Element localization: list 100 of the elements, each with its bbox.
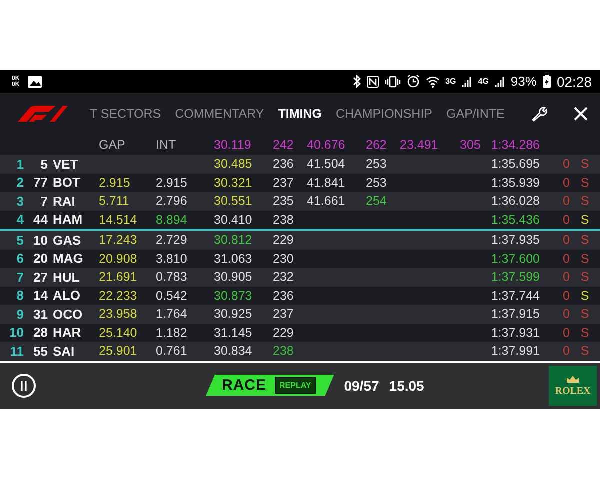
table-cell-text: 230 bbox=[273, 252, 295, 266]
lap-counter: 09/57 bbox=[344, 378, 380, 394]
nav-tab[interactable]: CHAMPIONSHIP bbox=[336, 107, 433, 121]
position: 3 bbox=[16, 194, 24, 209]
table-cell: 1:37.935 bbox=[490, 233, 540, 248]
pause-button[interactable] bbox=[12, 374, 36, 398]
nav-tab[interactable]: COMMENTARY bbox=[175, 107, 264, 121]
table-cell: 1:35.695 bbox=[490, 157, 540, 172]
table-cell-text: 0 bbox=[562, 270, 570, 284]
table-cell-text: 17.243 bbox=[99, 233, 138, 248]
driver-code: HUL bbox=[52, 270, 81, 285]
table-cell-text: S bbox=[580, 344, 590, 358]
table-cell: 1:37.915 bbox=[490, 307, 540, 322]
table-cell-text: 3.810 bbox=[156, 252, 188, 266]
position: 9 bbox=[16, 306, 24, 322]
alarm-icon bbox=[406, 75, 420, 88]
position: 5 bbox=[16, 232, 24, 248]
table-cell-text: 0.761 bbox=[156, 344, 188, 358]
clock: 02:28 bbox=[556, 74, 592, 90]
wrench-icon[interactable] bbox=[530, 105, 548, 123]
driver-code: ALO bbox=[52, 288, 82, 304]
car-number: 27 bbox=[32, 270, 48, 285]
column-header: 262 bbox=[366, 138, 388, 152]
table-cell-text: 41.841 bbox=[307, 176, 346, 190]
table-cell-text: 238 bbox=[273, 344, 295, 358]
driver-code: GAS bbox=[52, 232, 82, 248]
table-cell-text: 20.908 bbox=[99, 252, 138, 266]
table-cell: 1:37.744 bbox=[490, 288, 540, 303]
table-cell-text: 0 bbox=[562, 307, 570, 322]
table-cell: 1:35.939 bbox=[490, 176, 540, 190]
signal-icon bbox=[494, 76, 505, 88]
driver-code: VET bbox=[52, 156, 80, 172]
table-cell-text: 22.233 bbox=[99, 288, 138, 303]
table-cell: 1:37.931 bbox=[490, 326, 540, 340]
column-header: 1:34.286 bbox=[490, 138, 540, 152]
position: 11 bbox=[9, 344, 24, 359]
pause-icon bbox=[20, 380, 28, 390]
table-cell-text: 2.915 bbox=[156, 176, 188, 190]
table-cell-text: 8.894 bbox=[156, 212, 188, 227]
driver-code: MAG bbox=[52, 251, 84, 266]
table-cell-text: 236 bbox=[273, 288, 295, 303]
table-cell-text: 30.834 bbox=[214, 344, 254, 358]
sponsor-name: ROLEX bbox=[555, 386, 591, 396]
network-type: 4G bbox=[478, 77, 489, 86]
position: 4 bbox=[16, 212, 24, 228]
table-cell-text: 5.711 bbox=[99, 194, 130, 208]
table-cell-text: S bbox=[580, 288, 590, 303]
table-cell: 1:35.436 bbox=[490, 212, 540, 227]
table-cell-text: 1.764 bbox=[156, 307, 188, 322]
table-cell-text: 0 bbox=[562, 212, 570, 227]
table-cell-text: 253 bbox=[366, 157, 388, 172]
car-number: 7 bbox=[40, 194, 48, 209]
table-cell-text: 229 bbox=[273, 233, 295, 248]
session-name: RACE bbox=[222, 377, 267, 394]
column-header: 23.491 bbox=[400, 138, 440, 152]
wifi-icon bbox=[426, 76, 440, 88]
position: 6 bbox=[16, 251, 24, 266]
table-cell-text: 30.551 bbox=[214, 194, 254, 208]
battery-icon bbox=[542, 75, 551, 88]
table-cell-text: 30.812 bbox=[214, 233, 254, 248]
driver-code: RAI bbox=[52, 194, 76, 209]
table-cell-text: 31.145 bbox=[214, 326, 254, 340]
table-cell-text: S bbox=[580, 270, 590, 284]
column-header: 242 bbox=[273, 138, 295, 152]
table-cell-text: 0 bbox=[562, 326, 570, 340]
vibrate-icon bbox=[384, 76, 401, 88]
table-cell-text: 30.485 bbox=[214, 157, 254, 172]
table-cell-text: 23.958 bbox=[99, 307, 138, 322]
nav-tab[interactable]: TIMING bbox=[278, 107, 322, 121]
table-cell-text: 232 bbox=[273, 270, 295, 284]
table-cell-text: 0 bbox=[562, 157, 570, 172]
table-cell-text: 30.321 bbox=[214, 176, 254, 190]
car-number: 20 bbox=[32, 251, 48, 266]
table-cell: 1:37.600 bbox=[490, 252, 540, 266]
table-cell-text: 0.542 bbox=[156, 288, 188, 303]
table-cell-text: 235 bbox=[273, 194, 295, 208]
table-cell-text: S bbox=[580, 326, 590, 340]
table-cell-text: S bbox=[580, 194, 590, 208]
position: 1 bbox=[16, 156, 24, 172]
table-cell-text: 0 bbox=[562, 288, 570, 303]
network-type: 3G bbox=[446, 77, 456, 86]
driver-code: SAI bbox=[52, 344, 76, 359]
car-number: 44 bbox=[32, 212, 48, 228]
car-number: 77 bbox=[32, 175, 48, 190]
table-cell-text: 41.504 bbox=[307, 157, 346, 172]
column-header: 305 bbox=[460, 138, 482, 152]
nfc-icon bbox=[366, 76, 379, 88]
table-cell-text: 237 bbox=[273, 176, 295, 190]
signal-icon bbox=[462, 76, 472, 88]
close-icon[interactable] bbox=[574, 107, 588, 121]
table-cell-text: 1.182 bbox=[156, 326, 188, 340]
car-number: 5 bbox=[40, 156, 48, 172]
column-header: GAP bbox=[99, 138, 126, 152]
table-cell-text: 25.140 bbox=[99, 326, 138, 340]
nav-tab[interactable]: T SECTORS bbox=[90, 107, 162, 121]
table-cell-text: 30.925 bbox=[214, 307, 254, 322]
table-cell-text: 2.915 bbox=[99, 176, 132, 190]
driver-code: HAM bbox=[52, 212, 84, 228]
table-cell: 1:37.991 bbox=[490, 344, 540, 358]
nav-tab[interactable]: GAP/INTE bbox=[446, 107, 505, 121]
